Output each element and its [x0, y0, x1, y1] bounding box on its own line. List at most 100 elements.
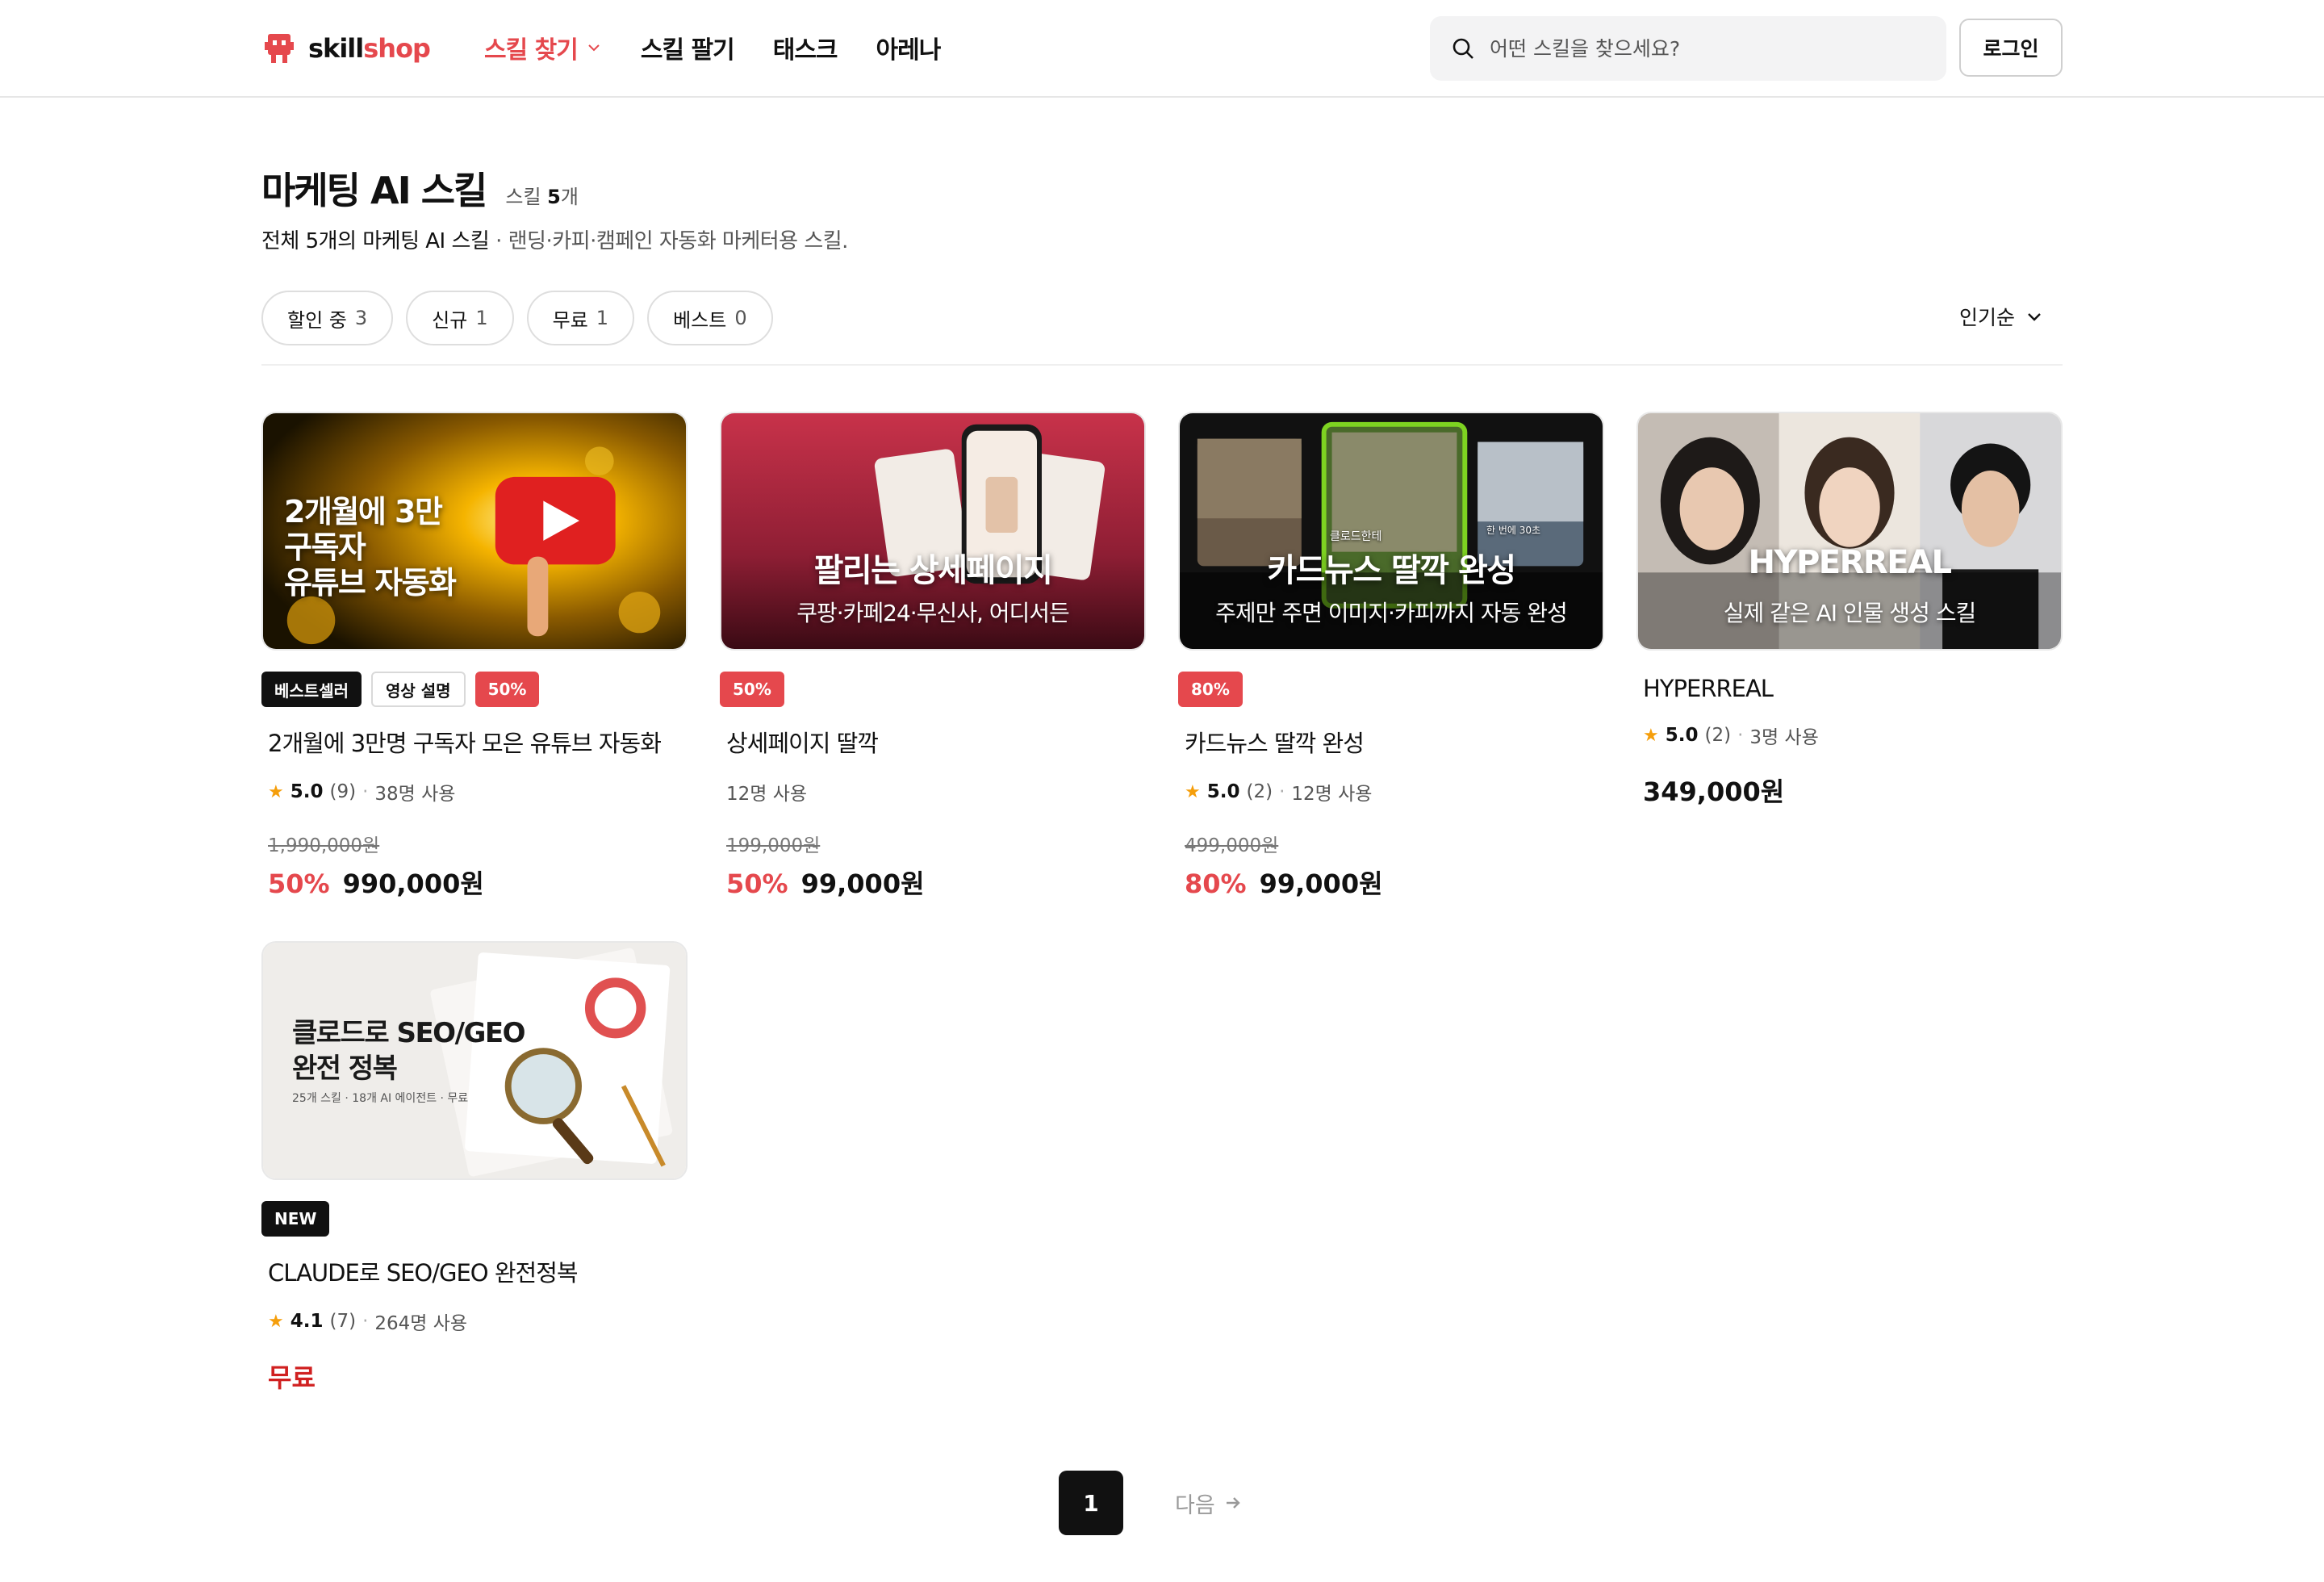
badge-row: 베스트셀러 영상 설명 50%: [261, 672, 688, 709]
badge-discount: 50%: [474, 672, 540, 707]
separator: ·: [1279, 781, 1285, 802]
badge-discount: 80%: [1178, 672, 1243, 707]
divider: [261, 364, 2063, 366]
user-count: 3명 사용: [1749, 727, 1819, 748]
badge-row: 80%: [1178, 672, 1604, 709]
badge-video: 영상 설명: [371, 672, 466, 707]
user-count: 12명 사용: [1291, 784, 1373, 805]
page-title-row: 마케팅 AI 스킬 스킬 5개: [261, 161, 579, 215]
thumbnail-title: HYPERREAL: [1748, 544, 1952, 581]
badge-row: NEW: [261, 1201, 688, 1238]
price: 50% 990,000원: [261, 864, 688, 901]
thumbnail-subtitle: 주제만 주면 이미지·카피까지 자동 완성: [1215, 600, 1568, 626]
product-thumbnail[interactable]: 클로드로 SEO/GEO 완전 정복 25개 스킬 · 18개 AI 에이전트 …: [261, 941, 688, 1180]
product-thumbnail[interactable]: 팔리는 상세페이지 쿠팡·카페24·무신사, 어디서든: [720, 412, 1146, 651]
page-button-current[interactable]: 1: [1059, 1471, 1123, 1535]
arrow-right-icon: [1226, 1497, 1240, 1509]
sale-price: 990,000원: [342, 868, 484, 899]
filter-chips: 할인 중3 신규 1 무료 1 베스트 0: [261, 291, 786, 345]
discount-rate: 50%: [726, 868, 788, 899]
rating-value: 5.0: [1665, 725, 1699, 746]
badge-row: 50%: [720, 672, 1146, 709]
main-nav: 스킬 찾기 스킬 팔기 태스크 아레나: [484, 27, 979, 68]
logo[interactable]: skillshop: [263, 29, 431, 68]
discount-rate: 50%: [268, 868, 330, 899]
logo-mascot-icon: [265, 34, 294, 63]
price: 50% 99,000원: [720, 864, 1146, 901]
thumbnail-card-caption: 클로드한테: [1330, 530, 1382, 543]
user-count: 12명 사용: [726, 784, 808, 805]
product-card[interactable]: 2개월에 3만 구독자 유튜브 자동화 베스트셀러 영상 설명 50% 2개월에…: [261, 412, 688, 901]
original-price: 1,990,000원: [268, 835, 380, 856]
sale-price: 99,000원: [800, 868, 925, 899]
product-card[interactable]: 팔리는 상세페이지 쿠팡·카페24·무신사, 어디서든 50% 상세페이지 딸깍…: [720, 412, 1146, 901]
star-icon: ★: [268, 781, 284, 802]
thumbnail-subtitle: 쿠팡·카페24·무신사, 어디서든: [796, 600, 1070, 626]
filter-chip-new[interactable]: 신규 1: [406, 291, 514, 345]
original-price: 499,000원: [1185, 835, 1279, 856]
user-count: 38명 사용: [374, 784, 456, 805]
thumbnail-title: 카드뉴스 딸깍 완성: [1267, 552, 1516, 589]
login-button[interactable]: 로그인: [1959, 19, 2063, 77]
skill-count: 스킬 5개: [505, 186, 579, 208]
badge-new: NEW: [261, 1201, 330, 1237]
nav-tasks[interactable]: 태스크: [773, 30, 838, 65]
star-icon: ★: [268, 1311, 284, 1332]
product-thumbnail[interactable]: 클로드한테 한 번에 30초 카드뉴스 딸깍 완성 주제만 주면 이미지·카피까…: [1178, 412, 1604, 651]
pagination: 1 다음: [1059, 1471, 1243, 1535]
thumbnail-headline: 2개월에 3만 구독자 유튜브 자동화: [284, 494, 457, 601]
page-title: 마케팅 AI 스킬: [261, 169, 487, 212]
filter-chip-free[interactable]: 무료 1: [526, 291, 635, 345]
product-thumbnail[interactable]: 2개월에 3만 구독자 유튜브 자동화: [261, 412, 688, 651]
sale-price: 349,000원: [1643, 776, 1785, 807]
badge-bestseller: 베스트셀러: [261, 672, 362, 707]
rating-value: 4.1: [290, 1311, 324, 1332]
product-meta: ★ 5.0 (2) · 3명 사용: [1636, 722, 2063, 749]
nav-arena[interactable]: 아레나: [876, 30, 942, 65]
thumbnail-title: 클로드로 SEO/GEO 완전 정복: [292, 1017, 526, 1085]
review-count: (2): [1246, 781, 1273, 802]
badge-discount: 50%: [720, 672, 784, 707]
sale-price: 99,000원: [1259, 868, 1383, 899]
user-count: 264명 사용: [374, 1313, 468, 1334]
product-meta: 12명 사용: [720, 778, 1146, 806]
search-icon: [1452, 38, 1473, 59]
product-meta: ★ 4.1 (7) · 264명 사용: [261, 1308, 688, 1335]
product-card[interactable]: 클로드로 SEO/GEO 완전 정복 25개 스킬 · 18개 AI 에이전트 …: [261, 941, 688, 1395]
nav-sell-skills[interactable]: 스킬 팔기: [641, 30, 735, 65]
top-header: skillshop 스킬 찾기 스킬 팔기 태스크 아레나 로그인: [0, 0, 2324, 98]
logo-text: skillshop: [308, 33, 431, 64]
product-card[interactable]: HYPERREAL 실제 같은 AI 인물 생성 스킬 HYPERREAL ★ …: [1636, 412, 2063, 809]
product-title[interactable]: HYPERREAL: [1636, 675, 2063, 702]
product-meta: ★ 5.0 (9) · 38명 사용: [261, 778, 688, 806]
separator: ·: [362, 1311, 369, 1332]
star-icon: ★: [1185, 781, 1201, 802]
search-input[interactable]: [1490, 36, 1942, 61]
product-title[interactable]: 2개월에 3만명 구독자 모은 유튜브 자동화: [261, 725, 688, 759]
thumbnail-title: 팔리는 상세페이지: [813, 552, 1053, 589]
next-page-button[interactable]: 다음: [1175, 1488, 1243, 1519]
price: 80% 99,000원: [1178, 864, 1604, 901]
separator: ·: [362, 781, 369, 802]
rating-value: 5.0: [290, 781, 324, 802]
product-title[interactable]: 상세페이지 딸깍: [720, 725, 1146, 759]
product-card[interactable]: 클로드한테 한 번에 30초 카드뉴스 딸깍 완성 주제만 주면 이미지·카피까…: [1178, 412, 1604, 901]
search-bar[interactable]: [1430, 16, 1946, 81]
separator: ·: [1737, 725, 1744, 746]
nav-find-skills[interactable]: 스킬 찾기: [484, 30, 602, 65]
sort-dropdown[interactable]: 인기순: [1959, 302, 2044, 331]
star-icon: ★: [1643, 725, 1659, 746]
price: 무료: [268, 1362, 316, 1393]
filter-chip-sale[interactable]: 할인 중3: [261, 291, 394, 345]
product-thumbnail[interactable]: HYPERREAL 실제 같은 AI 인물 생성 스킬: [1636, 412, 2063, 651]
discount-rate: 80%: [1185, 868, 1247, 899]
review-count: (9): [329, 781, 357, 802]
product-title[interactable]: 카드뉴스 딸깍 완성: [1178, 725, 1604, 759]
filter-chip-best[interactable]: 베스트 0: [647, 291, 773, 345]
price: 349,000원: [1636, 772, 2063, 809]
rating-value: 5.0: [1206, 781, 1240, 802]
thumbnail-subtitle: 25개 스킬 · 18개 AI 에이전트 · 무료: [292, 1092, 469, 1105]
original-price: 199,000원: [726, 835, 821, 856]
product-title[interactable]: CLAUDE로 SEO/GEO 완전정복: [261, 1254, 688, 1288]
chevron-down-icon: [2028, 313, 2041, 321]
